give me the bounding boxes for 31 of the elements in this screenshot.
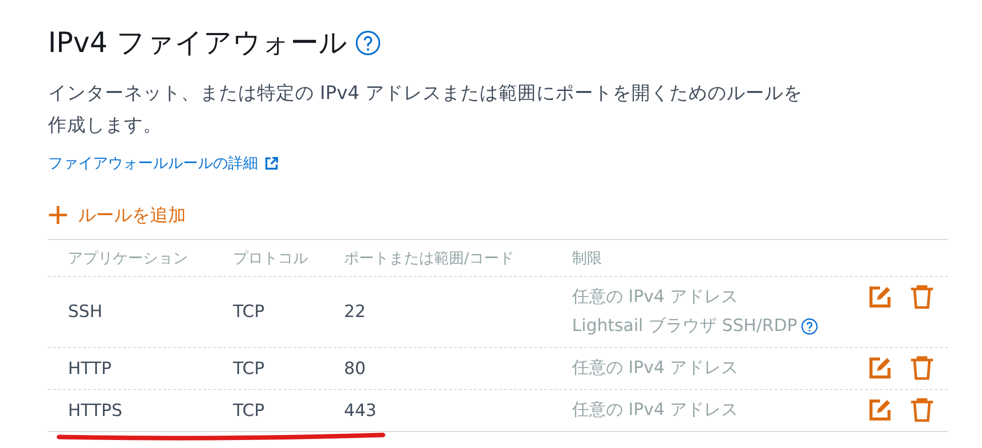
table-cell-text: 443 (344, 400, 378, 420)
table-cell-text: TCP (233, 400, 266, 420)
restriction-text: 任意の IPv4 アドレス (572, 357, 738, 380)
trash-icon[interactable] (910, 398, 934, 422)
section-title: IPv4 ファイアウォール (48, 25, 348, 61)
table-cell-text: HTTPS (68, 400, 124, 420)
table-cell-text: 80 (344, 358, 367, 378)
column-header: ポートまたは範囲/コード (344, 248, 516, 268)
edit-icon[interactable] (868, 285, 892, 309)
restriction-text: 任意の IPv4 アドレス (572, 399, 738, 422)
table-cell-text: 22 (344, 302, 367, 322)
plus-icon (48, 205, 68, 225)
details-link[interactable]: ファイアウォールルールの詳細 (48, 154, 279, 173)
external-link-icon (264, 156, 279, 171)
help-icon[interactable] (801, 318, 818, 335)
edit-icon[interactable] (868, 356, 892, 380)
trash-icon[interactable] (910, 285, 934, 309)
trash-icon[interactable] (910, 356, 934, 380)
table-cell-text: TCP (233, 358, 266, 378)
table-cell-text: SSH (68, 302, 104, 322)
column-header: 制限 (572, 248, 603, 268)
description-text: インターネット、または特定の IPv4 アドレスまたは範囲にポートを開くためのルールを作成します。 (48, 82, 804, 138)
edit-icon[interactable] (868, 398, 892, 422)
restriction-text: 任意の IPv4 アドレス (572, 286, 738, 309)
table-cell-text: HTTP (68, 358, 113, 378)
column-header: アプリケーション (68, 248, 189, 268)
add-rule-button[interactable]: ルールを追加 (48, 203, 186, 227)
help-icon[interactable] (355, 30, 382, 56)
table-cell-text: TCP (233, 302, 266, 322)
restriction-text: Lightsail ブラウザ SSH/RDP (572, 315, 798, 338)
column-header: プロトコル (233, 248, 309, 268)
